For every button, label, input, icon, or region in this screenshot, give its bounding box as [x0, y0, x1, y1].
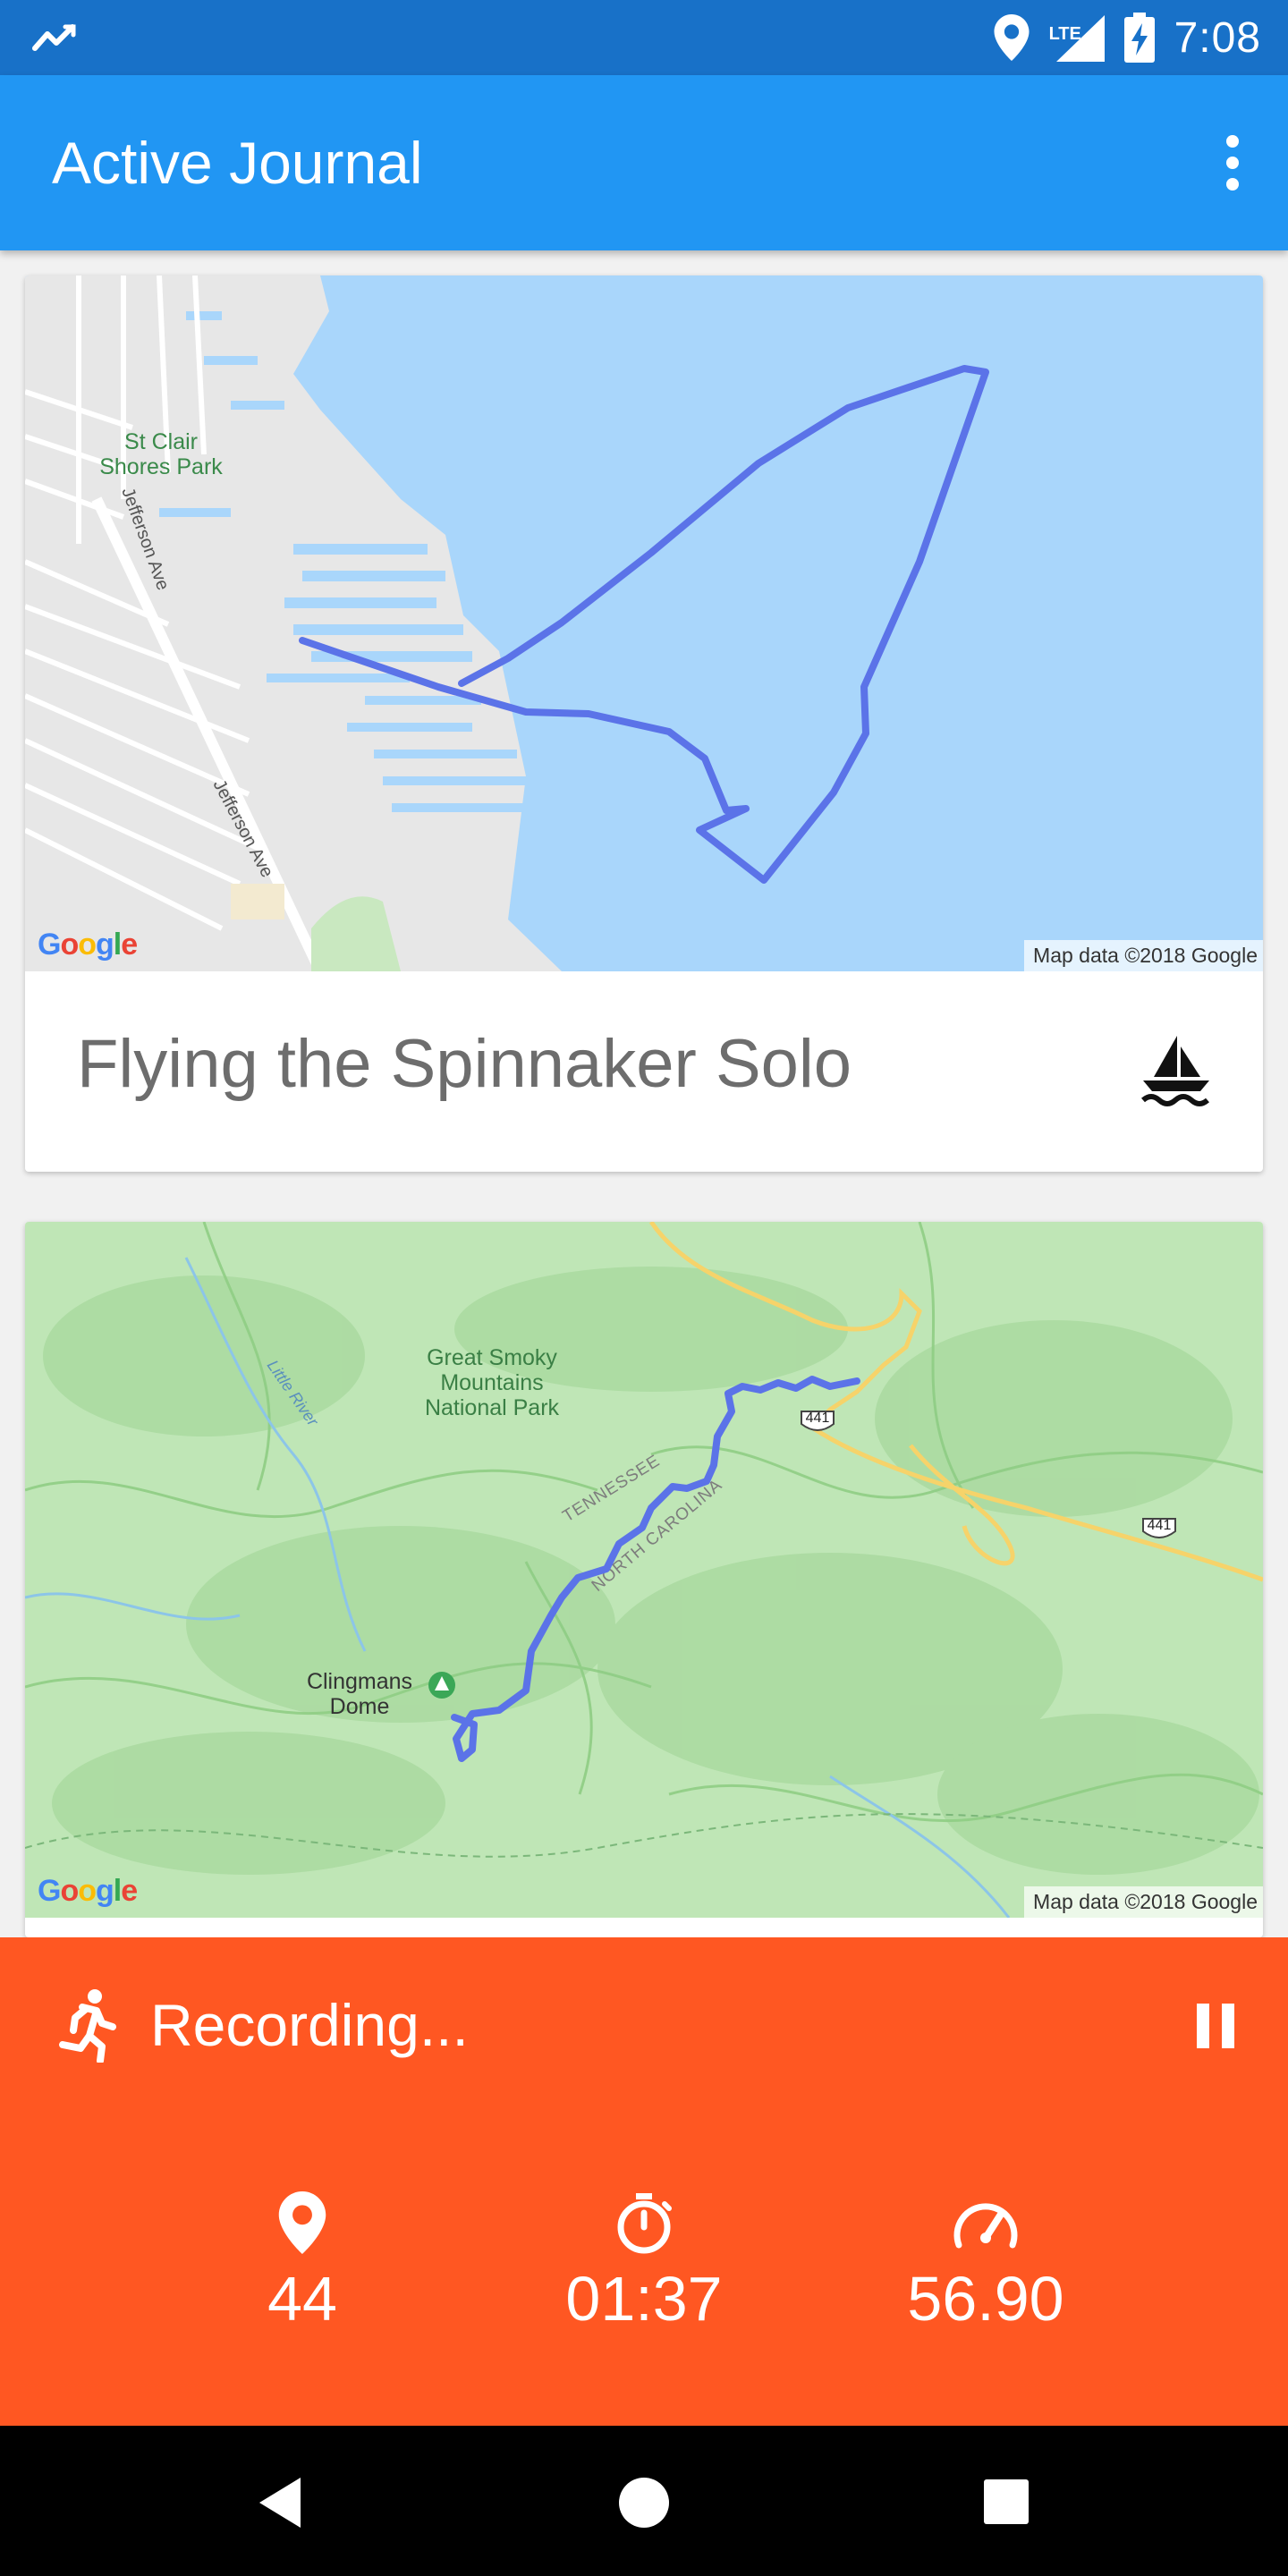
stat-value: 44	[267, 2264, 337, 2334]
status-bar: LTE 7:08	[0, 0, 1288, 75]
map-attribution: Map data ©2018 Google	[1024, 1886, 1263, 1918]
app-bar: Active Journal	[0, 75, 1288, 250]
signal-icon: LTE	[1049, 12, 1105, 64]
map-label: Great Smoky	[427, 1345, 557, 1370]
recording-panel: Recording... 44 01:37 56.90	[0, 1937, 1288, 2426]
route-map[interactable]: 441 441 Great Smoky Mountains National P…	[25, 1222, 1263, 1918]
sailboat-icon	[1141, 1036, 1209, 1106]
more-vert-icon[interactable]	[1213, 132, 1252, 193]
back-button[interactable]	[256, 2476, 304, 2529]
google-logo: Google	[38, 928, 138, 962]
journal-entry-card[interactable]: 441 441 Great Smoky Mountains National P…	[25, 1222, 1263, 1937]
map-attribution: Map data ©2018 Google	[1024, 940, 1263, 971]
app-title: Active Journal	[52, 130, 423, 196]
system-nav-bar	[0, 2426, 1288, 2576]
recording-status: Recording...	[150, 1992, 469, 2058]
map-label: Clingmans	[307, 1669, 412, 1694]
stat-value: 56.90	[907, 2264, 1064, 2334]
map-label: National Park	[425, 1395, 560, 1420]
activity-icon	[32, 24, 76, 51]
timer-icon	[617, 2193, 672, 2254]
map-label: St Clair	[124, 429, 198, 454]
pause-icon[interactable]	[1193, 2002, 1238, 2050]
location-pin-icon	[278, 2191, 326, 2254]
journal-entry-card[interactable]: St Clair Shores Park Jefferson Ave Jeffe…	[25, 275, 1263, 1172]
map-canvas: St Clair Shores Park Jefferson Ave Jeffe…	[25, 275, 1263, 971]
running-icon	[59, 1989, 116, 2063]
clock: 7:08	[1174, 13, 1261, 62]
google-logo: Google	[38, 1874, 138, 1908]
route-shield: 441	[806, 1411, 830, 1426]
map-label: Mountains	[440, 1370, 543, 1395]
speedometer-icon	[953, 2203, 1018, 2249]
map-label: Shores Park	[99, 454, 223, 479]
recents-button[interactable]	[982, 2478, 1030, 2526]
home-button[interactable]	[617, 2476, 671, 2529]
stat-value: 01:37	[565, 2264, 723, 2334]
route-shield: 441	[1148, 1518, 1172, 1533]
route-map[interactable]: St Clair Shores Park Jefferson Ave Jeffe…	[25, 275, 1263, 971]
map-canvas: 441 441 Great Smoky Mountains National P…	[25, 1222, 1263, 1918]
stat-speed: 56.90	[834, 2191, 1138, 2334]
map-label: Dome	[330, 1694, 390, 1719]
battery-charging-icon	[1123, 13, 1155, 63]
stat-duration: 01:37	[492, 2191, 796, 2334]
entry-title: Flying the Spinnaker Solo	[77, 1026, 852, 1102]
location-icon	[994, 14, 1030, 61]
stat-points: 44	[150, 2191, 454, 2334]
